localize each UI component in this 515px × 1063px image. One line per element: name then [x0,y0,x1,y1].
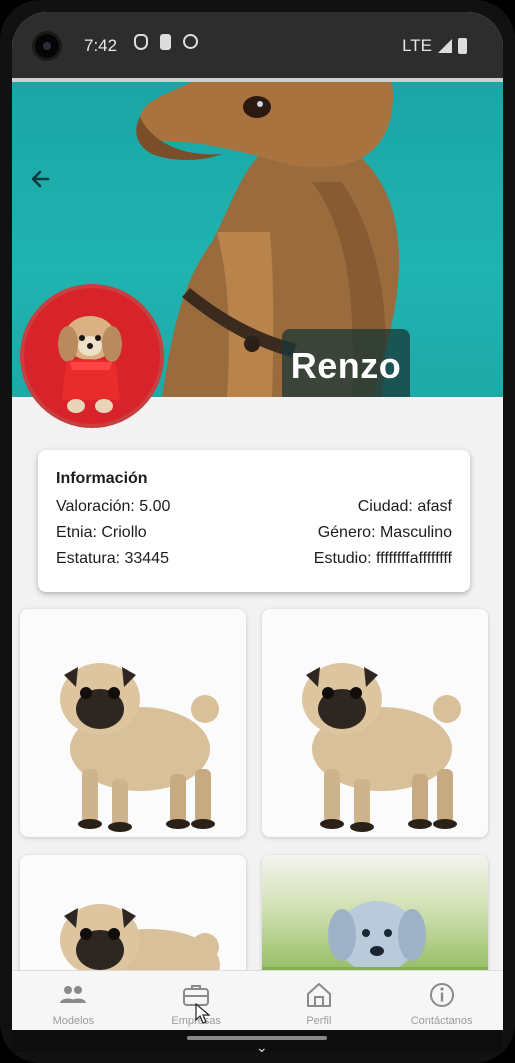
app-screen: 7:42 LTE Renzo Información Valoración: 5… [12,12,503,1052]
avatar-dog-illustration [58,316,122,413]
info-row: Estatura: 33445 Estudio: ffffffffaffffff… [56,546,452,572]
arrow-left-icon[interactable] [26,164,56,194]
status-bar: 7:42 LTE [12,12,503,78]
bottom-navigation: Modelos Empresas Perfil Contáctanos [12,970,503,1032]
gender-value: Género: Masculino [317,524,452,541]
status-time: 7:42 [84,36,118,55]
pug-photo [302,663,461,832]
gallery-photo[interactable] [262,855,488,979]
info-row: Etnia: Criollo Género: Masculino [56,520,452,546]
nav-item-profile[interactable]: Perfil [269,971,369,1032]
info-title: Información [56,470,148,487]
ethnicity-value: Etnia: Criollo [56,524,147,541]
sim-card-icon [160,34,171,50]
people-icon [60,986,87,1003]
nav-item-contact[interactable]: Contáctanos [392,971,492,1032]
profile-avatar[interactable] [20,284,164,428]
status-right: LTE [402,36,467,56]
puppy-photo [262,901,488,979]
info-card: Información Valoración: 5.00 Ciudad: afa… [38,450,470,592]
home-icon [306,983,331,1007]
city-value: Ciudad: afasf [357,498,452,515]
sync-icon [183,34,198,49]
pug-photo [60,663,219,832]
height-value: Estatura: 33445 [56,550,169,567]
photo-gallery [20,609,496,979]
status-icons [134,34,198,50]
gallery-photo[interactable] [20,609,246,837]
system-gesture-bar: ⌄ [12,1030,503,1052]
network-label: LTE [402,36,432,55]
rating-value: Valoración: 5.00 [56,498,171,515]
front-camera [32,31,62,61]
info-icon [429,983,454,1007]
nav-label-profile: Perfil [306,1015,332,1027]
nav-item-models[interactable]: Modelos [23,971,123,1032]
pug-photo [60,904,220,979]
study-value: Estudio: ffffffffaffffffff [313,550,452,567]
gallery-photo[interactable] [262,609,488,837]
nav-label-contact: Contáctanos [410,1015,473,1027]
info-row: Valoración: 5.00 Ciudad: afasf [56,494,452,520]
nav-label-models: Modelos [52,1015,95,1027]
mouse-cursor-icon [195,1003,211,1024]
signal-icon [438,39,452,53]
shield-icon [134,34,148,50]
gallery-photo[interactable] [20,855,246,979]
profile-name: Renzo [282,329,410,397]
phone-frame: 7:42 LTE Renzo Información Valoración: 5… [0,0,515,1063]
chevron-down-icon: ⌄ [256,1040,268,1052]
battery-icon [458,38,467,54]
